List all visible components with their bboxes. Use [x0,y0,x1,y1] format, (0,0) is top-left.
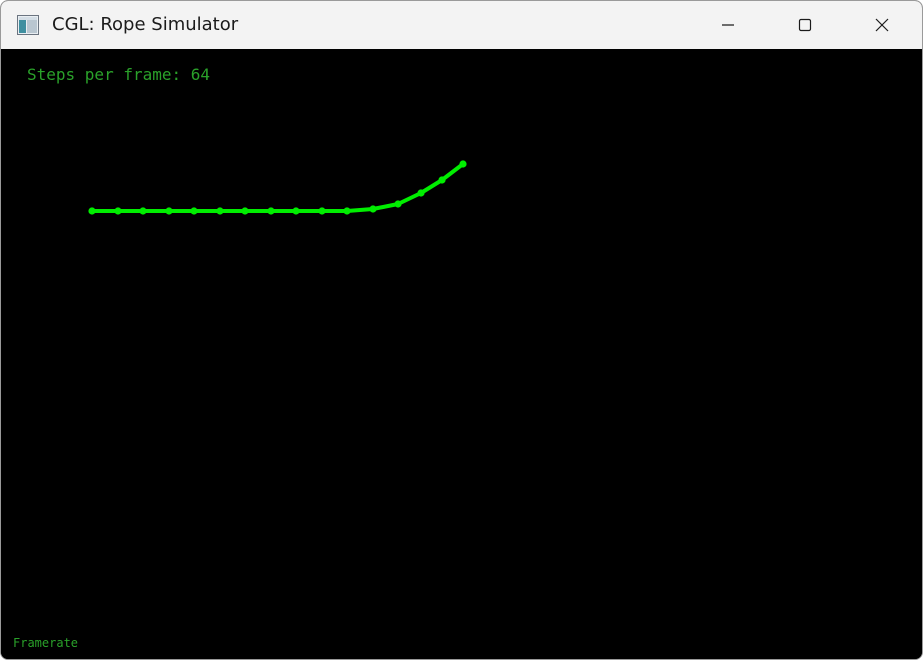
simulation-viewport[interactable]: Steps per frame: 64 Framerate [1,49,922,659]
close-button[interactable] [844,1,920,49]
rope-canvas [88,160,467,215]
close-icon [875,18,889,32]
minimize-icon [722,24,734,26]
app-window: CGL: Rope Simulator Steps per frame: 64 … [0,0,923,660]
rope-mass-point [88,207,96,215]
framerate-label: Framerate [13,636,79,650]
rope-mass-point [165,207,173,215]
title-bar[interactable]: CGL: Rope Simulator [1,1,922,49]
rope-mass-point [369,205,377,213]
rope-segment-line [90,162,465,213]
app-window-icon [17,15,39,35]
rope-mass-point [114,207,122,215]
rope-mass-point [438,176,446,184]
rope-mass-point [139,207,147,215]
rope-mass-point [216,207,224,215]
rope-mass-point [292,207,300,215]
rope-mass-point [241,207,249,215]
rope-mass-point [417,189,425,197]
maximize-icon [798,18,812,32]
rope-mass-point [459,160,467,168]
maximize-button[interactable] [767,1,843,49]
rope-mass-point [190,207,198,215]
rope-mass-point [343,207,351,215]
rope-mass-point [318,207,326,215]
rope-mass-point [394,200,402,208]
minimize-button[interactable] [690,1,766,49]
window-title: CGL: Rope Simulator [52,14,239,35]
rope-mass-point [267,207,275,215]
